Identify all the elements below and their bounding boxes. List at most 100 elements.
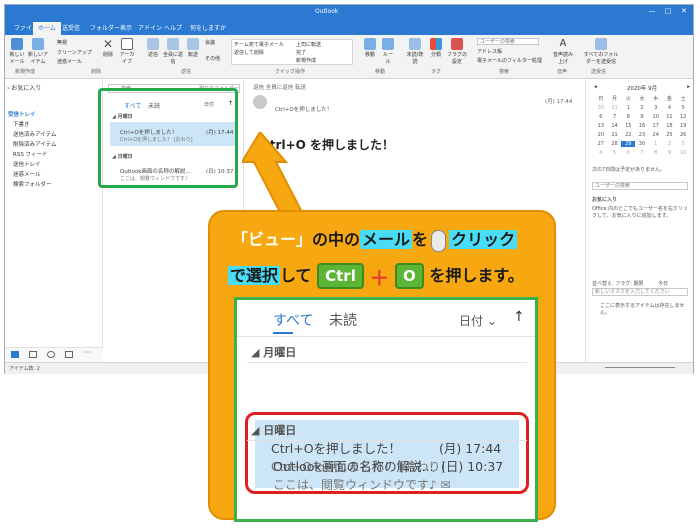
read-aloud-button[interactable]: A 音声読み上げ (553, 38, 573, 65)
close-button[interactable]: ✕ (677, 7, 691, 15)
tab-help[interactable]: ヘルプ (159, 22, 187, 35)
calendar-day[interactable]: 30 (635, 141, 649, 147)
calendar-day[interactable]: 2 (635, 105, 649, 111)
ignore-button[interactable]: 無視 (57, 39, 67, 46)
calendar-day[interactable]: 1 (621, 105, 635, 111)
people-search-input[interactable]: ユーザーの検索 (592, 182, 688, 190)
folder-sent[interactable]: 送信済みアイテム (13, 130, 56, 138)
calendar-day[interactable]: 8 (649, 150, 663, 156)
quick-step-new[interactable]: 新規作成 (296, 57, 316, 64)
reading-toolbar[interactable]: 返信 全員に返信 転送 (253, 83, 306, 91)
calendar-day[interactable]: 19 (676, 123, 690, 129)
search-people-input[interactable]: ユーザーの検索 (477, 38, 539, 45)
calendar-day[interactable]: 10 (676, 150, 690, 156)
unread-read-button[interactable]: 未読/既読 (405, 38, 425, 65)
new-task-input[interactable]: 新しいタスクを入力してください (592, 288, 688, 296)
zoom-filter-all[interactable]: すべて (273, 310, 313, 330)
calendar-day[interactable]: 7 (608, 114, 622, 120)
junk-button[interactable]: 迷惑メール (57, 58, 82, 65)
calendar-day[interactable]: 1 (649, 141, 663, 147)
quick-step-reply-delete[interactable]: 返信して削除 (234, 49, 264, 56)
mail-nav-icon[interactable] (11, 351, 19, 358)
task-sort-header[interactable]: 並べ替え: フラグ: 期限 (592, 280, 644, 287)
zoom-slider[interactable] (605, 367, 675, 368)
calendar-day[interactable]: 29 (621, 141, 636, 147)
calendar-day[interactable]: 4 (594, 150, 608, 156)
tab-send-receive[interactable]: 送受信 (57, 22, 85, 35)
more-respond-button[interactable]: その他 (205, 55, 220, 62)
forward-button[interactable]: 転送 (185, 38, 201, 58)
calendar-day[interactable]: 6 (621, 150, 635, 156)
calendar-day[interactable]: 16 (635, 123, 649, 129)
calendar-day[interactable]: 24 (649, 132, 663, 138)
folder-junk[interactable]: 迷惑メール (13, 170, 41, 178)
calendar-day[interactable]: 17 (649, 123, 663, 129)
new-items-button[interactable]: 新しいアイテム (27, 38, 49, 65)
people-nav-icon[interactable] (47, 351, 55, 358)
zoom-filter-unread[interactable]: 未読 (329, 310, 357, 330)
more-nav-icon[interactable]: ··· (83, 348, 91, 357)
followup-button[interactable]: フラグの設定 (447, 38, 467, 65)
new-mail-button[interactable]: 新しいメール (8, 38, 26, 65)
quick-step-done[interactable]: 完了 (296, 49, 306, 56)
folder-rss[interactable]: RSS フィード (13, 150, 47, 158)
calendar-day[interactable]: 7 (635, 150, 649, 156)
filter-email-button[interactable]: 電子メールのフィルター処理 (477, 57, 542, 64)
calendar-day[interactable]: 3 (676, 141, 690, 147)
calendar-day[interactable]: 27 (594, 141, 608, 147)
calendar-day[interactable]: 14 (608, 123, 622, 129)
calendar-day[interactable]: 18 (663, 123, 677, 129)
calendar-day[interactable]: 21 (608, 132, 622, 138)
reply-button[interactable]: 返信 (145, 38, 161, 58)
calendar-day[interactable]: 26 (676, 132, 690, 138)
folder-deleted[interactable]: 削除済みアイテム (13, 140, 56, 148)
calendar-day[interactable]: 9 (663, 150, 677, 156)
calendar-day[interactable]: 4 (663, 105, 677, 111)
minimize-button[interactable]: — (645, 7, 659, 15)
calendar-day[interactable]: 15 (621, 123, 635, 129)
calendar-day[interactable]: 20 (594, 132, 608, 138)
calendar-day[interactable]: 8 (621, 114, 635, 120)
calendar-day[interactable]: 25 (663, 132, 677, 138)
calendar-day[interactable]: 3 (649, 105, 663, 111)
calendar-day[interactable]: 22 (621, 132, 635, 138)
quick-step-team[interactable]: チーム宛て電子メール (234, 41, 284, 48)
folder-search[interactable]: 検索フォルダー (13, 180, 52, 188)
calendar-day[interactable]: 9 (635, 114, 649, 120)
quick-step-manager[interactable]: 上司に転送 (296, 41, 321, 48)
reply-all-button[interactable]: 全員に返信 (163, 38, 183, 65)
categorize-button[interactable]: 分類 (429, 38, 443, 58)
meeting-button[interactable]: 会議 (205, 39, 215, 46)
next-month-icon[interactable]: ▸ (687, 84, 690, 92)
maximize-button[interactable]: □ (661, 7, 675, 15)
calendar-day[interactable]: 11 (663, 114, 677, 120)
archive-button[interactable]: アーカイブ (119, 38, 135, 65)
cleanup-button[interactable]: クリーンアップ (57, 49, 92, 56)
zoom-sort-by-date[interactable]: 日付 ⌄ (459, 312, 497, 329)
calendar-day[interactable]: 12 (676, 114, 690, 120)
calendar-nav-icon[interactable] (29, 351, 37, 358)
folder-drafts[interactable]: 下書き (13, 120, 30, 128)
calendar-day[interactable]: 5 (608, 150, 622, 156)
calendar-day[interactable]: 28 (608, 141, 622, 147)
address-book-button[interactable]: アドレス帳 (477, 48, 502, 55)
tell-me-search[interactable]: 何をしますか (185, 22, 231, 35)
calendar-day[interactable]: 13 (594, 123, 608, 129)
calendar-day[interactable]: 6 (594, 114, 608, 120)
delete-button[interactable]: ✕ 削除 (101, 38, 115, 58)
tasks-nav-icon[interactable] (65, 351, 73, 358)
folder-outbox[interactable]: 送信トレイ (13, 160, 41, 168)
calendar-day[interactable]: 5 (676, 105, 690, 111)
calendar-day[interactable]: 10 (649, 114, 663, 120)
move-button[interactable]: 移動 (363, 38, 377, 58)
favorites-header[interactable]: › お気に入り (7, 83, 41, 92)
calendar-day[interactable]: 2 (663, 141, 677, 147)
folder-inbox[interactable]: 受信トレイ (8, 110, 36, 118)
rules-button[interactable]: ルール (381, 38, 395, 65)
zoom-sort-direction-icon[interactable]: ↑ (513, 309, 525, 325)
calendar-day[interactable]: 23 (635, 132, 649, 138)
calendar-day[interactable]: 30 (594, 105, 608, 111)
send-receive-all-button[interactable]: すべてのフォルダーを送受信 (583, 38, 619, 65)
prev-month-icon[interactable]: ◂ (594, 84, 597, 92)
calendar-day[interactable]: 31 (608, 105, 622, 111)
